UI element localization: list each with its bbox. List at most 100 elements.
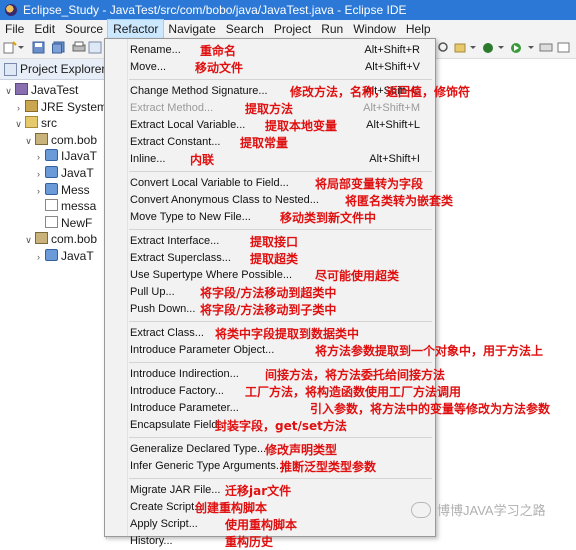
- menu-help[interactable]: Help: [401, 20, 436, 38]
- annotation-note: 工厂方法，将构造函数使用工厂方法调用: [245, 385, 462, 399]
- menu-item-pull-up[interactable]: Pull Up... 将字段/方法移动到超类中: [105, 284, 435, 301]
- folder-icon: [25, 116, 38, 129]
- menu-item-introduce-indirection[interactable]: Introduce Indirection... 间接方法，将方法委托给间接方法: [105, 366, 445, 383]
- expand-toggle-icon[interactable]: ∨: [24, 232, 33, 248]
- menu-item-infer-generic-type-arguments[interactable]: Infer Generic Type Arguments... 推断泛型类型参数: [105, 458, 435, 475]
- run-toolbar-icon[interactable]: [88, 41, 102, 54]
- expand-toggle-icon[interactable]: ›: [34, 149, 43, 165]
- wechat-icon: [411, 501, 431, 518]
- tree-item-label: src: [41, 116, 57, 131]
- run-icon[interactable]: [509, 41, 523, 54]
- menu-item-label: Infer Generic Type Arguments...: [130, 460, 286, 472]
- menu-item-label: Extract Method...: [130, 102, 214, 114]
- menu-edit[interactable]: Edit: [29, 20, 60, 38]
- project-explorer-title: Project Explorer: [20, 62, 106, 76]
- menu-item-introduce-factory[interactable]: Introduce Factory... 工厂方法，将构造函数使用工厂方法调用: [105, 383, 461, 400]
- menu-item-apply-script[interactable]: Apply Script... 使用重构脚本: [105, 516, 435, 533]
- perspective-icon[interactable]: [557, 41, 571, 54]
- menu-item-rename[interactable]: Rename... Alt+Shift+R 重命名: [105, 42, 435, 59]
- menu-refactor[interactable]: Refactor: [107, 19, 165, 39]
- expand-toggle-icon[interactable]: ›: [14, 100, 23, 116]
- tree-item[interactable]: ∨ src: [0, 115, 120, 132]
- menu-item-push-down[interactable]: Push Down... 将字段/方法移动到子类中: [105, 301, 435, 318]
- menu-item-use-supertype-where-possible[interactable]: Use Supertype Where Possible... 尽可能使用超类: [105, 267, 435, 284]
- expand-toggle-icon[interactable]: ›: [34, 249, 43, 265]
- menu-separator: [129, 79, 432, 80]
- annotation-note: 移动文件: [195, 61, 244, 75]
- menu-item-extract-local-variable[interactable]: Extract Local Variable... Alt+Shift+L 提取本地…: [105, 117, 435, 134]
- dropdown-arrow-icon[interactable]: [497, 41, 505, 54]
- menu-item-introduce-parameter[interactable]: Introduce Parameter... 引入参数，将方法中的变量等修改为方法…: [105, 400, 550, 417]
- menu-item-introduce-parameter-object[interactable]: Introduce Parameter Object... 将方法参数提取到一个对…: [105, 342, 543, 359]
- menu-item-migrate-jar-file[interactable]: Migrate JAR File... 迁移jar文件: [105, 482, 435, 499]
- menu-item-label: Introduce Parameter...: [130, 402, 239, 414]
- menu-item-move[interactable]: Move... Alt+Shift+V 移动文件: [105, 59, 435, 76]
- annotation-note: 修改声明类型: [265, 443, 338, 457]
- toggle-icon[interactable]: [539, 41, 553, 54]
- file-icon: [45, 199, 58, 212]
- menu-item-label: Encapsulate Field...: [130, 419, 227, 431]
- menu-item-label: Use Supertype Where Possible...: [130, 269, 293, 281]
- title-bar: Eclipse_Study - JavaTest/src/com/bobo/ja…: [0, 0, 576, 20]
- annotation-note: 修改方法，名称，返回值，修饰符: [290, 85, 471, 99]
- menu-item-label: Extract Superclass...: [130, 252, 231, 264]
- menu-item-label: Create Script...: [130, 501, 204, 513]
- menu-project[interactable]: Project: [269, 20, 316, 38]
- expand-toggle-icon[interactable]: ∨: [14, 116, 23, 132]
- expand-toggle-icon[interactable]: ›: [34, 166, 43, 182]
- dropdown-arrow-icon[interactable]: [527, 41, 535, 54]
- open-type-icon[interactable]: [453, 41, 467, 54]
- menu-bar: File Edit Source Refactor Navigate Search Proj…: [0, 19, 576, 39]
- menu-file[interactable]: File: [0, 20, 29, 38]
- expand-toggle-icon[interactable]: ∨: [4, 83, 13, 99]
- debug-icon[interactable]: [481, 41, 495, 54]
- menu-run[interactable]: Run: [316, 20, 348, 38]
- menu-item-move-type-to-new-file[interactable]: Move Type to New File... 移动类到新文件中: [105, 209, 435, 226]
- menu-item-shortcut: Alt+Shift+V: [364, 61, 420, 73]
- menu-item-convert-local-variable-to-field[interactable]: Convert Local Variable to Field... 将局部变量转…: [105, 175, 435, 192]
- menu-item-convert-anonymous-class-to-nested[interactable]: Convert Anonymous Class to Nested... 将匿名类…: [105, 192, 453, 209]
- dropdown-arrow-icon[interactable]: [469, 41, 477, 54]
- search-toolbar-icon[interactable]: [437, 41, 451, 54]
- menu-item-history[interactable]: History... 重构历史: [105, 533, 435, 550]
- save-all-icon[interactable]: [52, 41, 66, 54]
- menu-item-extract-superclass[interactable]: Extract Superclass... 提取超类: [105, 250, 435, 267]
- menu-item-label: Convert Local Variable to Field...: [130, 177, 289, 189]
- menu-navigate[interactable]: Navigate: [163, 20, 220, 38]
- print-icon[interactable]: [72, 41, 86, 54]
- menu-source[interactable]: Source: [60, 20, 108, 38]
- expand-toggle-icon[interactable]: ›: [34, 183, 43, 199]
- menu-item-create-script[interactable]: Create Script... 创建重构脚本: [105, 499, 435, 516]
- menu-item-label: Introduce Indirection...: [130, 368, 239, 380]
- dropdown-arrow-icon[interactable]: [17, 41, 25, 54]
- menu-search[interactable]: Search: [221, 20, 269, 38]
- menu-item-change-method-signature[interactable]: Change Method Signature... Alt+Shift+C 修改方…: [105, 83, 470, 100]
- menu-item-label: Push Down...: [130, 303, 196, 315]
- menu-item-generalize-declared-type[interactable]: Generalize Declared Type... 修改声明类型: [105, 441, 435, 458]
- annotation-note: 将字段/方法移动到超类中: [200, 286, 337, 300]
- menu-item-encapsulate-field[interactable]: Encapsulate Field... 封装字段，get/set方法: [105, 417, 435, 434]
- annotation-note: 内联: [190, 153, 215, 167]
- menu-item-label: Introduce Parameter Object...: [130, 344, 275, 356]
- save-icon[interactable]: [32, 41, 46, 54]
- annotation-note: 提取接口: [250, 235, 299, 249]
- tree-item-label: JRE System: [41, 99, 108, 114]
- annotation-note: 使用重构脚本: [225, 518, 298, 532]
- menu-item-extract-interface[interactable]: Extract Interface... 提取接口: [105, 233, 435, 250]
- right-toolbar: [435, 38, 576, 58]
- java-icon: [45, 182, 58, 195]
- new-wizard-icon[interactable]: [3, 41, 17, 54]
- tree-item[interactable]: › JRE System: [0, 99, 120, 116]
- menu-window[interactable]: Window: [348, 20, 401, 38]
- menu-item-label: Move...: [130, 61, 167, 73]
- tree-item[interactable]: ∨ JavaTest: [0, 82, 110, 99]
- menu-item-extract-constant[interactable]: Extract Constant... 提取常量: [105, 134, 435, 151]
- menu-item-label: Extract Constant...: [130, 136, 221, 148]
- menu-item-extract-class[interactable]: Extract Class... 将类中字段提取到数据类中: [105, 325, 435, 342]
- menu-separator: [129, 321, 432, 322]
- menu-item-label: Generalize Declared Type...: [130, 443, 267, 455]
- menu-item-inline[interactable]: Inline... Alt+Shift+I 内联: [105, 151, 435, 168]
- expand-toggle-icon[interactable]: ∨: [24, 133, 33, 149]
- menu-item-extract-method[interactable]: Extract Method... Alt+Shift+M 提取方法: [105, 100, 435, 117]
- project-explorer-tab[interactable]: Project Explorer: [0, 59, 106, 80]
